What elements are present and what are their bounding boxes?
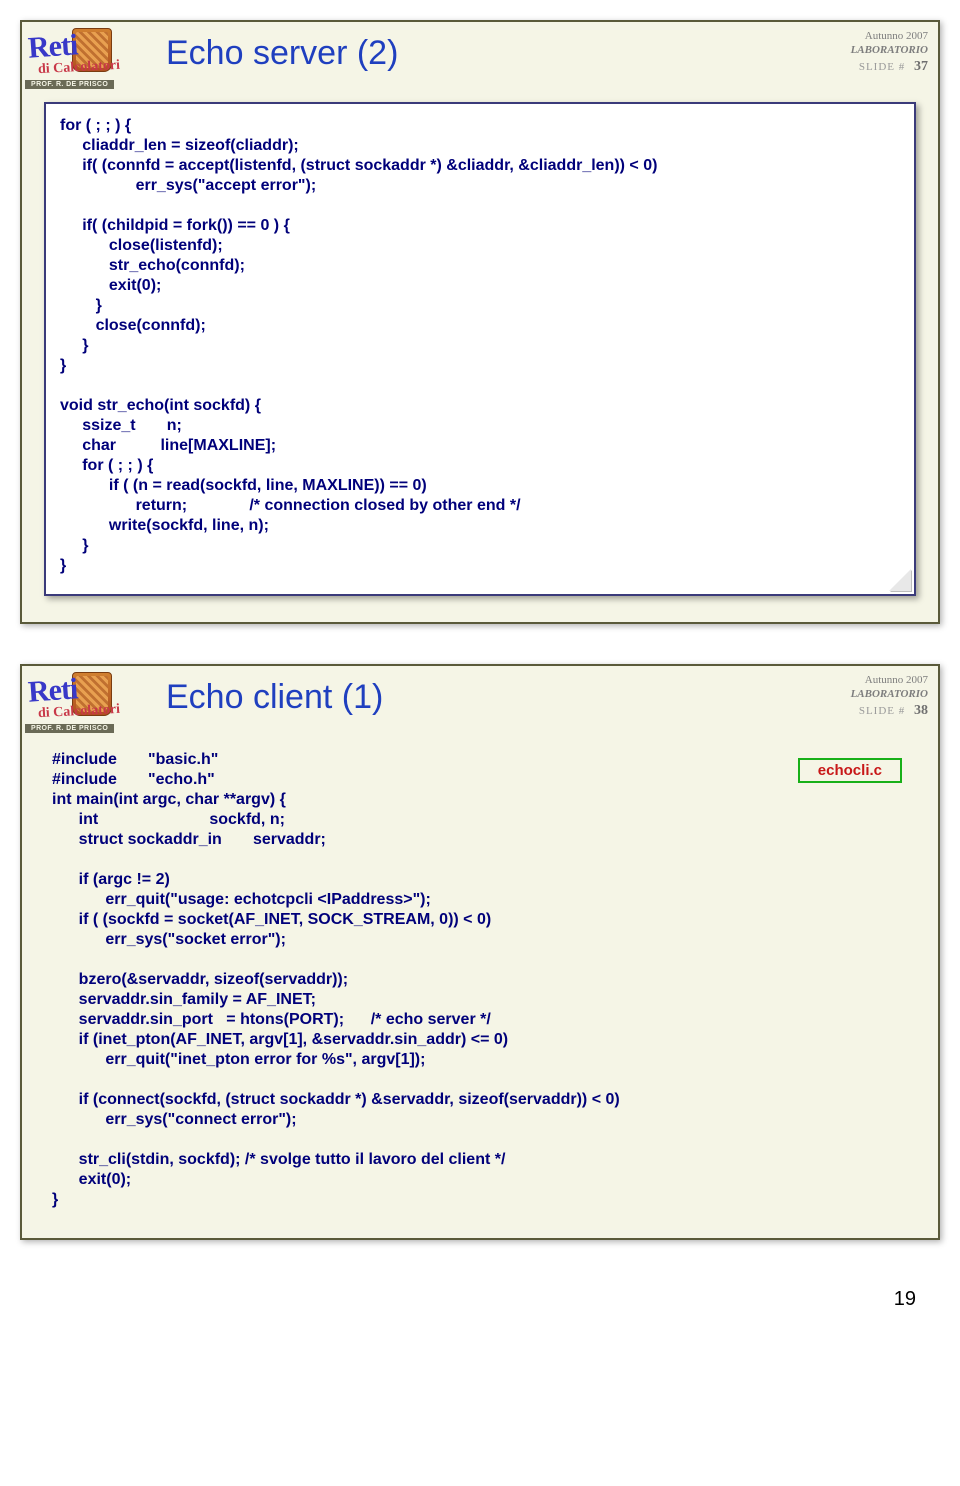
slide-echo-server: Reti di Calcolatori PROF. R. DE PRISCO E… [20, 20, 940, 624]
logo-sub: di Calcolatori [38, 58, 121, 78]
slide-title: Echo server (2) [166, 34, 851, 73]
lab-label: LABORATORIO [851, 688, 928, 702]
slide-word: SLIDE # [859, 705, 905, 717]
slide-body: for ( ; ; ) { cliaddr_len = sizeof(cliad… [22, 88, 938, 622]
page: Reti di Calcolatori PROF. R. DE PRISCO E… [0, 0, 960, 1351]
term-label: Autunno 2007 [851, 674, 928, 688]
logo-sub: di Calcolatori [38, 702, 121, 722]
lab-label: LABORATORIO [851, 44, 928, 58]
term-label: Autunno 2007 [851, 30, 928, 44]
slide-header: Reti di Calcolatori PROF. R. DE PRISCO E… [22, 22, 938, 88]
slide-header: Reti di Calcolatori PROF. R. DE PRISCO E… [22, 666, 938, 732]
code-panel: for ( ; ; ) { cliaddr_len = sizeof(cliad… [44, 102, 916, 596]
code-block: #include "basic.h" #include "echo.h" int… [52, 750, 908, 1210]
slide-number: 38 [914, 703, 928, 718]
filename-label: echocli.c [798, 758, 902, 783]
slide-title: Echo client (1) [166, 678, 851, 717]
slide-meta: Autunno 2007 LABORATORIO SLIDE # 37 [851, 30, 928, 75]
professor-label: PROF. R. DE PRISCO [25, 80, 114, 89]
code-block: for ( ; ; ) { cliaddr_len = sizeof(cliad… [60, 116, 900, 576]
slide-number: 37 [914, 59, 928, 74]
course-logo: Reti di Calcolatori [28, 26, 148, 82]
slide-body: echocli.c #include "basic.h" #include "e… [22, 732, 938, 1238]
slide-word: SLIDE # [859, 61, 905, 73]
slide-meta: Autunno 2007 LABORATORIO SLIDE # 38 [851, 674, 928, 719]
page-number: 19 [20, 1280, 940, 1311]
slide-echo-client: Reti di Calcolatori PROF. R. DE PRISCO E… [20, 664, 940, 1240]
course-logo: Reti di Calcolatori [28, 670, 148, 726]
